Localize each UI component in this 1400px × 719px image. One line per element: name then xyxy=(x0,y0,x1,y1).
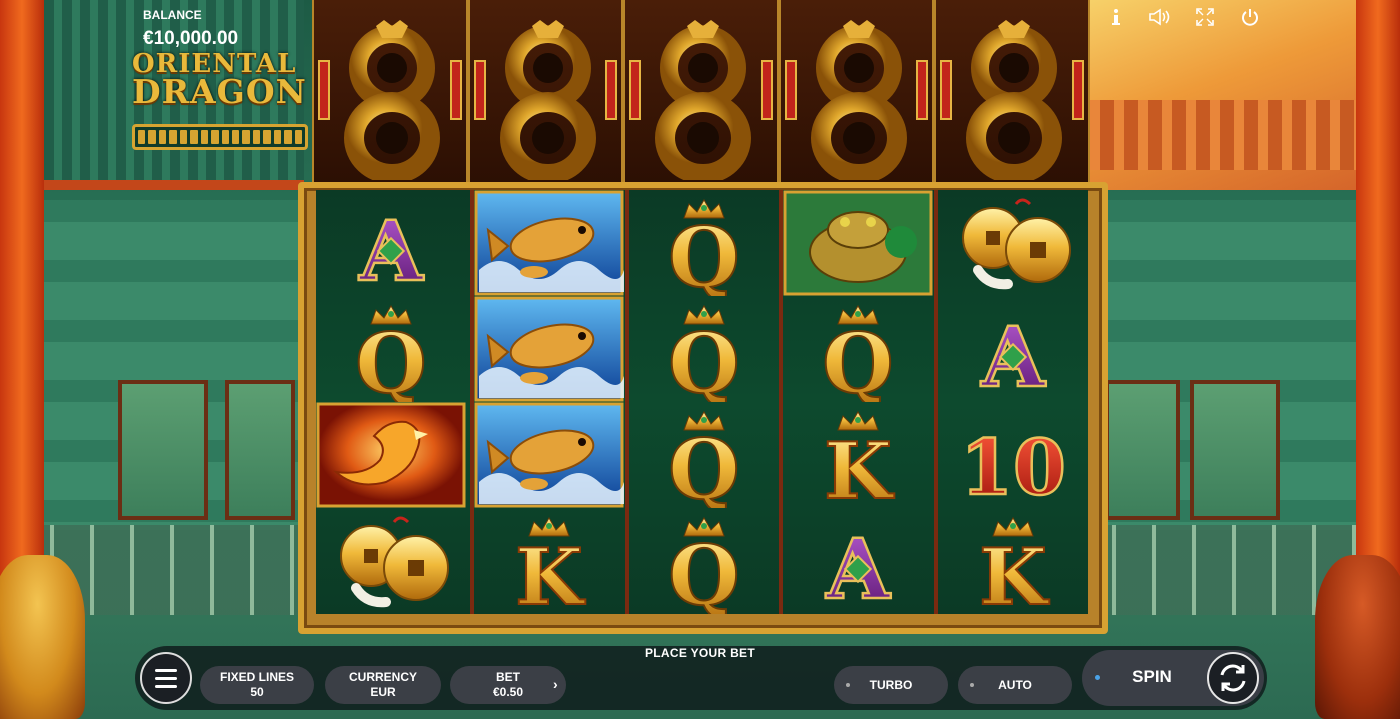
lattice-railing-right xyxy=(1066,525,1356,615)
dragon-header xyxy=(312,0,1090,188)
svg-text:K: K xyxy=(979,532,1050,614)
bet-value: €0.50 xyxy=(492,685,524,699)
bet-chevron-right-icon[interactable]: › xyxy=(553,676,558,692)
ace-symbol: A xyxy=(783,508,933,614)
svg-text:Q: Q xyxy=(822,316,893,402)
svg-text:10: 10 xyxy=(960,423,1066,508)
power-icon[interactable] xyxy=(1238,6,1262,28)
reel-2: K xyxy=(470,190,625,614)
fullscreen-icon[interactable] xyxy=(1193,6,1217,28)
hamburger-icon xyxy=(155,684,177,688)
svg-text:K: K xyxy=(824,426,895,508)
turbo-button[interactable]: TURBO xyxy=(834,666,948,704)
reel-3: QQQQ xyxy=(624,190,780,614)
auto-button[interactable]: AUTO xyxy=(958,666,1072,704)
svg-text:Q: Q xyxy=(668,316,739,402)
hamburger-icon xyxy=(155,676,177,680)
auto-indicator-icon xyxy=(970,683,974,687)
auto-label: AUTO xyxy=(998,677,1032,692)
fixed-lines-value: 50 xyxy=(250,685,264,699)
gold-coins-symbol xyxy=(938,190,1088,296)
ace-symbol: A xyxy=(316,190,466,296)
progress-meter xyxy=(132,124,308,150)
reel-4: QKA xyxy=(779,190,934,614)
queen-symbol: Q xyxy=(629,508,779,614)
currency-display: CURRENCY EUR xyxy=(325,666,441,704)
hamburger-icon xyxy=(155,668,177,672)
svg-text:Q: Q xyxy=(355,316,426,402)
spin-label[interactable]: SPIN xyxy=(1112,667,1192,687)
bet-selector[interactable]: BET €0.50 xyxy=(450,666,566,704)
king-symbol: K xyxy=(474,508,624,614)
gold-coins-symbol xyxy=(316,508,466,614)
golden-fish-symbol xyxy=(474,402,625,508)
queen-symbol: Q xyxy=(629,296,779,402)
golden-fish-symbol xyxy=(474,190,625,296)
svg-text:Q: Q xyxy=(668,210,739,296)
red-urn xyxy=(1315,555,1400,719)
turbo-label: TURBO xyxy=(869,677,913,692)
money-toad-symbol xyxy=(783,190,933,296)
dragon-eight xyxy=(778,0,935,188)
temple-roof-right xyxy=(1076,0,1356,190)
golden-fish-symbol xyxy=(474,296,625,402)
spin-indicator-icon xyxy=(1095,675,1100,680)
ten-symbol: 10 xyxy=(938,402,1088,508)
game-logo: ORIENTAL DRAGON xyxy=(132,50,308,112)
dragon-eight xyxy=(934,0,1090,188)
balance-value: €10,000.00 xyxy=(143,28,239,49)
temple-door xyxy=(225,380,295,520)
svg-text:K: K xyxy=(515,532,586,614)
queen-symbol: Q xyxy=(629,190,779,296)
currency-label: CURRENCY xyxy=(348,670,417,684)
bet-label: BET xyxy=(496,670,520,684)
golden-urn xyxy=(0,555,85,719)
king-symbol: K xyxy=(783,402,933,508)
fixed-lines-label: FIXED LINES xyxy=(219,670,294,684)
balance-label: BALANCE xyxy=(143,8,202,22)
phoenix-symbol xyxy=(316,402,466,508)
dragon-eight xyxy=(467,0,624,188)
temple-door xyxy=(118,380,208,520)
refresh-icon xyxy=(1220,664,1246,692)
queen-symbol: Q xyxy=(316,296,466,402)
place-bet-message: PLACE YOUR BET xyxy=(645,646,755,660)
sound-icon[interactable] xyxy=(1148,6,1172,28)
reel-5: A 10 K xyxy=(933,190,1088,614)
queen-symbol: Q xyxy=(783,296,933,402)
reel-1: AQ xyxy=(316,190,471,614)
queen-symbol: Q xyxy=(629,402,779,508)
spin-button[interactable] xyxy=(1207,652,1259,704)
turbo-indicator-icon xyxy=(846,683,850,687)
temple-door xyxy=(1190,380,1280,520)
reel-grid: AQKQQQQQKAA10K xyxy=(316,190,1088,614)
dragon-eight xyxy=(312,0,468,188)
ace-symbol: A xyxy=(938,296,1088,402)
king-symbol: K xyxy=(938,508,1088,614)
logo-line-2: DRAGON xyxy=(132,72,307,111)
menu-button[interactable] xyxy=(140,652,192,704)
svg-text:Q: Q xyxy=(668,422,739,508)
dragon-eight xyxy=(623,0,779,188)
svg-text:Q: Q xyxy=(668,528,739,614)
fixed-lines-display: FIXED LINES 50 xyxy=(200,666,314,704)
currency-value: EUR xyxy=(370,685,396,699)
info-icon[interactable] xyxy=(1104,6,1128,28)
temple-door xyxy=(1105,380,1180,520)
